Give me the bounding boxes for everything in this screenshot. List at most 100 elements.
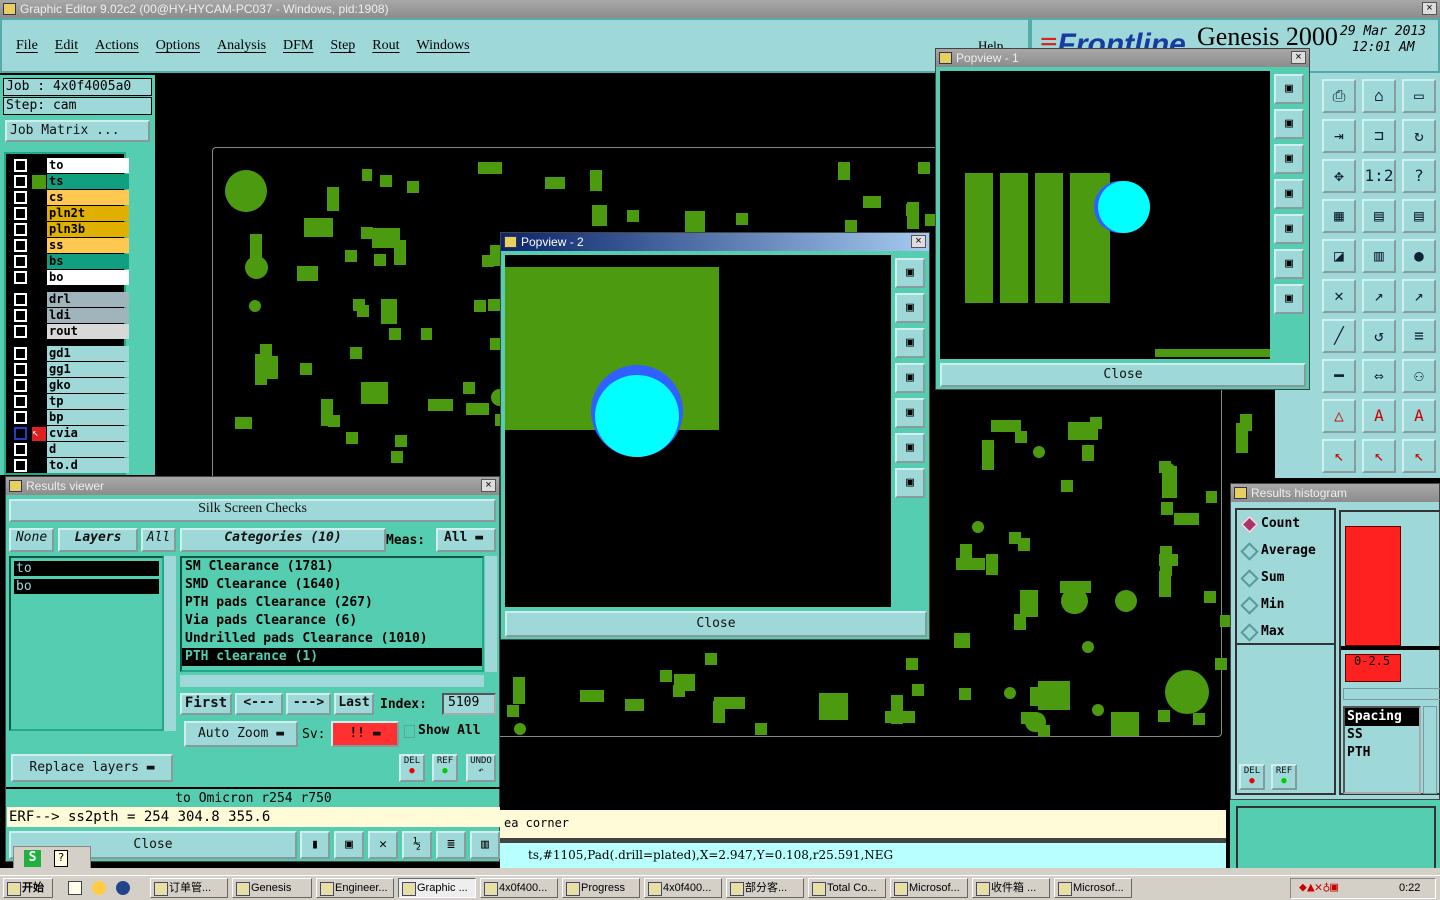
histogram-hscrollbar[interactable] [1343, 688, 1440, 700]
tool-button-24[interactable]: ⚇ [1402, 359, 1436, 393]
layer-checkbox[interactable] [14, 459, 27, 472]
taskbar-item[interactable]: Graphic ... [398, 878, 476, 898]
tool-button-10[interactable]: ▦ [1322, 199, 1356, 233]
measure-list[interactable]: Spacing SS PTH [1343, 706, 1421, 794]
taskbar-item[interactable]: Progress [562, 878, 640, 898]
tool-button-29[interactable]: ↖ [1362, 439, 1396, 473]
layer-row-bp[interactable]: bp [14, 410, 130, 425]
popview-zoom-button[interactable]: ▣ [895, 363, 925, 393]
popview-zoom-button[interactable]: ▣ [895, 293, 925, 323]
tool-button-22[interactable]: ━ [1322, 359, 1356, 393]
layer-row-pln2t[interactable]: pln2t [14, 206, 130, 221]
layer-checkbox[interactable] [14, 363, 27, 376]
layer-row-ss[interactable]: ss [14, 238, 130, 253]
result-layer-item[interactable]: to [14, 561, 159, 576]
next-button[interactable]: ---> [286, 693, 331, 715]
last-button[interactable]: Last [334, 693, 374, 715]
index-input[interactable]: 5109 [442, 693, 496, 715]
layer-checkbox[interactable] [14, 325, 27, 338]
tool-button-25[interactable]: △ [1322, 399, 1356, 433]
popview-zoom-button[interactable]: ▣ [1274, 109, 1304, 139]
delete-button[interactable]: DEL ● [399, 754, 425, 782]
layer-row-to[interactable]: to [14, 158, 130, 173]
layer-row-bs[interactable]: bs [14, 254, 130, 269]
tool-button-21[interactable]: ≡ [1402, 319, 1436, 353]
close-icon[interactable]: × [481, 479, 496, 492]
tool-button-16[interactable]: ✕ [1322, 279, 1356, 313]
layer-checkbox[interactable] [14, 223, 27, 236]
tool-button-15[interactable]: ● [1402, 239, 1436, 273]
tool-button-8[interactable]: 1:2 [1362, 159, 1396, 193]
layers-button[interactable]: Layers [58, 528, 138, 552]
camera-icon[interactable]: ▮ [300, 831, 330, 859]
severity-select[interactable]: !! ▬ [331, 721, 399, 747]
layer-row-gd1[interactable]: gd1 [14, 346, 130, 361]
tool-button-18[interactable]: ↗ [1402, 279, 1436, 313]
category-item[interactable]: Via pads Clearance (6) [182, 612, 482, 630]
popview-zoom-button[interactable]: ▣ [895, 398, 925, 428]
popview-zoom-button[interactable]: ▣ [1274, 214, 1304, 244]
histogram-bar[interactable] [1345, 526, 1401, 646]
tool-button-19[interactable]: ╱ [1322, 319, 1356, 353]
popview-zoom-button[interactable]: ▣ [895, 258, 925, 288]
layer-checkbox[interactable] [14, 175, 27, 188]
category-item[interactable]: PTH clearance (1) [182, 648, 482, 666]
tool-button-20[interactable]: ↺ [1362, 319, 1396, 353]
job-matrix-button[interactable]: Job Matrix ... [5, 120, 150, 142]
menu-options[interactable]: Options [156, 38, 200, 53]
layer-row-drl[interactable]: drl [14, 292, 130, 307]
mode-radio-average[interactable]: Average [1237, 537, 1334, 564]
tool-button-6[interactable]: ↻ [1402, 119, 1436, 153]
hist-refresh-button[interactable]: REF ● [1271, 764, 1297, 790]
popview-zoom-button[interactable]: ▣ [1274, 74, 1304, 104]
close-window-button[interactable]: × [1422, 2, 1437, 15]
layer-checkbox[interactable] [14, 159, 27, 172]
menu-windows[interactable]: Windows [417, 38, 470, 53]
meas-select[interactable]: All ▬ [436, 528, 496, 552]
layer-checkbox[interactable] [14, 255, 27, 268]
categories-list[interactable]: SM Clearance (1781) SMD Clearance (1640) P… [180, 556, 484, 672]
ime-s-icon[interactable]: S [24, 850, 41, 867]
tool-button-27[interactable]: A [1402, 399, 1436, 433]
taskbar-item[interactable]: Microsof... [1054, 878, 1132, 898]
categories-button[interactable]: Categories (10) [180, 528, 386, 552]
tool-button-2[interactable]: ⌂ [1362, 79, 1396, 113]
category-item[interactable]: SMD Clearance (1640) [182, 576, 482, 594]
layer-checkbox[interactable] [14, 443, 27, 456]
popview-zoom-button[interactable]: ▣ [1274, 179, 1304, 209]
menu-dfm[interactable]: DFM [283, 38, 313, 53]
popview-1-close-button[interactable]: Close [940, 363, 1306, 387]
categories-scrollbar[interactable] [485, 556, 497, 672]
mode-radio-max[interactable]: Max [1237, 618, 1334, 645]
taskbar-item[interactable]: Genesis [232, 878, 312, 898]
popview-zoom-button[interactable]: ▣ [1274, 284, 1304, 314]
tool-button-17[interactable]: ↗ [1362, 279, 1396, 313]
report-icon[interactable]: ≣ [436, 831, 466, 859]
tool-button-9[interactable]: ? [1402, 159, 1436, 193]
layer-row-gg1[interactable]: gg1 [14, 362, 130, 377]
tool-button-28[interactable]: ↖ [1322, 439, 1356, 473]
layer-checkbox[interactable] [14, 427, 27, 440]
popview-zoom-button[interactable]: ▣ [1274, 144, 1304, 174]
tool-button-12[interactable]: ▤ [1402, 199, 1436, 233]
layer-checkbox[interactable] [14, 411, 27, 424]
taskbar-item[interactable]: 4x0f400... [480, 878, 558, 898]
layer-row-tp[interactable]: tp [14, 394, 130, 409]
select-all-button[interactable]: All [141, 528, 176, 552]
mode-radio-min[interactable]: Min [1237, 591, 1334, 618]
hist-delete-button[interactable]: DEL ● [1239, 764, 1265, 790]
result-layers-list[interactable]: to bo [9, 556, 164, 731]
snapshot-icon[interactable]: ▣ [334, 831, 364, 859]
layer-row-to.d[interactable]: to.d [14, 458, 130, 473]
taskbar-item[interactable]: Engineer... [316, 878, 394, 898]
help-icon[interactable]: ? [54, 850, 68, 867]
tool-button-13[interactable]: ◪ [1322, 239, 1356, 273]
select-none-button[interactable]: None [9, 528, 54, 552]
measure-item[interactable]: Spacing [1345, 708, 1419, 726]
taskbar-item[interactable]: 部分客... [726, 878, 804, 898]
menu-edit[interactable]: Edit [55, 38, 78, 53]
tool-button-5[interactable]: ⊐ [1362, 119, 1396, 153]
category-item[interactable]: PTH pads Clearance (267) [182, 594, 482, 612]
first-button[interactable]: First [180, 693, 232, 715]
tool-button-4[interactable]: ⇥ [1322, 119, 1356, 153]
